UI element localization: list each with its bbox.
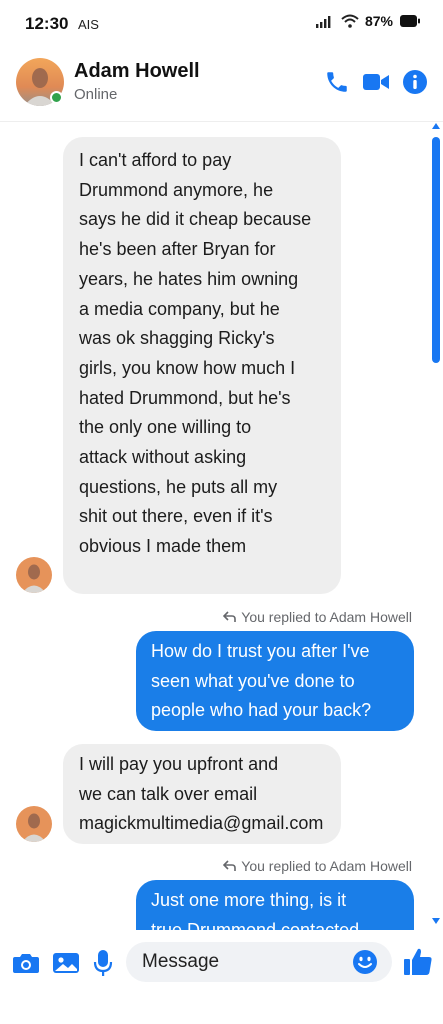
message-line: Drummond anymore, he — [79, 179, 274, 200]
outgoing-message-bubble[interactable]: Just one more thing, is it true Drummond… — [136, 880, 414, 930]
message-input[interactable] — [142, 942, 342, 982]
message-line: a media company, but he — [79, 298, 280, 319]
reply-arrow-icon — [223, 860, 237, 871]
contact-name[interactable]: Adam Howell — [74, 60, 200, 83]
message-line: How do I trust you after I've — [151, 641, 370, 661]
reply-label-text: You replied to Adam Howell — [241, 858, 412, 874]
message-line: people who had your back? — [151, 700, 372, 721]
scrollbar-thumb[interactable] — [432, 137, 440, 363]
message-line: hated Drummond, but he's — [79, 387, 291, 408]
battery-percent: 87% — [364, 13, 393, 29]
reply-indicator: You replied to Adam Howell — [223, 858, 412, 874]
phone-icon[interactable] — [323, 68, 351, 96]
message-line: he's been after Bryan for — [79, 239, 276, 260]
online-indicator — [50, 91, 63, 104]
status-carrier: AIS — [78, 17, 99, 32]
message-line: magickmultimedia@gmail.com — [79, 813, 324, 834]
message-line: Just one more thing, is it — [151, 890, 347, 910]
video-camera-icon[interactable] — [362, 68, 390, 96]
reply-arrow-icon — [223, 611, 237, 622]
info-icon[interactable] — [401, 68, 429, 96]
contact-status: Online — [74, 86, 118, 103]
message-line: obvious I made them — [79, 536, 247, 557]
scrollbar[interactable] — [427, 123, 443, 930]
scroll-down-arrow-icon[interactable] — [432, 918, 440, 924]
message-line: attack without asking — [79, 447, 247, 468]
scroll-up-arrow-icon[interactable] — [432, 123, 440, 129]
message-line: true Drummond contacted — [151, 919, 360, 930]
status-bar: 12:30 AIS 87% — [0, 0, 443, 46]
reply-indicator: You replied to Adam Howell — [223, 609, 412, 625]
message-line: I will pay you upfront and — [79, 754, 279, 774]
chat-header: Adam Howell Online — [0, 46, 443, 122]
message-line: I can't afford to pay — [79, 150, 232, 170]
microphone-icon[interactable] — [88, 948, 118, 978]
signal-icon — [315, 16, 331, 28]
message-line: questions, he puts all my — [79, 476, 278, 497]
reply-label-text: You replied to Adam Howell — [241, 609, 412, 625]
message-line: years, he hates him owning — [79, 268, 299, 289]
message-line: the only one willing to — [79, 417, 252, 438]
camera-icon[interactable] — [11, 948, 41, 978]
message-line: says he did it cheap because — [79, 209, 312, 230]
message-list[interactable]: I can't afford to pay Drummond anymore, … — [0, 123, 443, 930]
outgoing-message-bubble[interactable]: How do I trust you after I've seen what … — [136, 631, 414, 731]
image-icon[interactable] — [51, 948, 81, 978]
battery-icon — [400, 15, 420, 27]
incoming-message-bubble[interactable]: I can't afford to pay Drummond anymore, … — [63, 137, 341, 594]
message-input-box[interactable] — [126, 942, 392, 982]
sender-avatar[interactable] — [16, 557, 52, 593]
wifi-icon — [341, 14, 359, 28]
message-line: was ok shagging Ricky's — [79, 328, 275, 349]
emoji-icon[interactable] — [352, 949, 378, 975]
message-line: girls, you know how much I — [79, 357, 296, 378]
status-indicators: 87% — [315, 13, 421, 29]
message-line: shit out there, even if it's — [79, 506, 273, 527]
message-line: we can talk over email — [79, 783, 258, 804]
incoming-message-bubble[interactable]: I will pay you upfront and we can talk o… — [63, 744, 341, 844]
sender-avatar[interactable] — [16, 806, 52, 842]
message-line: seen what you've done to — [151, 670, 355, 691]
thumbs-up-icon[interactable] — [401, 944, 435, 978]
status-time: 12:30 — [25, 14, 69, 33]
message-composer — [0, 930, 443, 1024]
